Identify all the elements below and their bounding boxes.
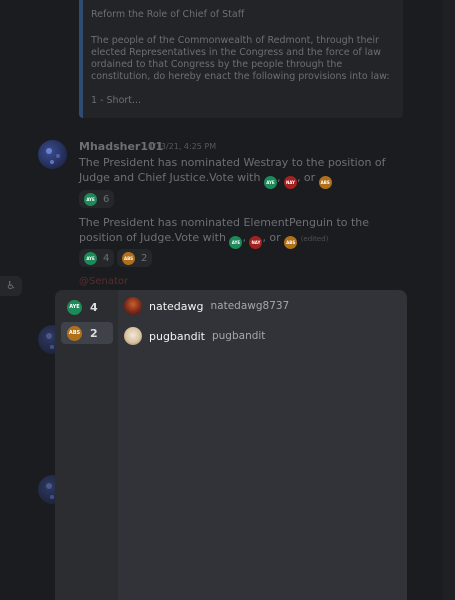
reaction-filter-abs[interactable]: ABS 2 [61, 322, 113, 344]
reaction-aye-1[interactable]: AYE 6 [79, 190, 115, 208]
reaction-filter-aye[interactable]: AYE 4 [61, 296, 113, 318]
embed-card: Reform the Role of Chief of Staff The pe… [79, 0, 403, 118]
chat-scroll-track[interactable] [443, 0, 455, 600]
reaction-count: 4 [103, 252, 110, 264]
abs-emoji-icon: ABS [67, 325, 82, 341]
aye-emoji-icon: AYE [229, 236, 243, 249]
embed-title: Reform the Role of Chief of Staff [91, 9, 245, 20]
abs-emoji-icon: ABS [318, 176, 332, 189]
reactions-popout: AYE 4 ABS 2 natedawg natedawg8737 pugban… [55, 290, 407, 600]
abs-emoji-icon: ABS [284, 236, 298, 249]
nay-emoji-icon: NAY [283, 176, 297, 189]
reactor-name: natedawg [149, 299, 204, 313]
or-text: , or [296, 171, 316, 184]
edited-label: (edited) [300, 235, 329, 243]
embed-body: The people of the Commonwealth of Redmon… [91, 35, 390, 82]
avatar [124, 297, 142, 315]
reactor-name: pugbandit [149, 329, 205, 343]
reactor-list: natedawg natedawg8737 pugbandit pugbandi… [118, 290, 407, 600]
reactor-row[interactable]: pugbandit pugbandit [124, 326, 407, 346]
message-text-1a: The President has nominated Westray to t… [79, 156, 386, 184]
accessibility-icon[interactable]: ♿ [0, 276, 22, 296]
reaction-list: AYE 4 ABS 2 [55, 290, 118, 600]
reaction-abs-2[interactable]: ABS 2 [117, 249, 153, 267]
avatar [124, 327, 142, 345]
aye-emoji-icon: AYE [263, 176, 277, 189]
abs-emoji-icon: ABS [122, 251, 135, 265]
comma-text: , [242, 231, 246, 244]
reactor-tag: pugbandit [211, 330, 266, 342]
message-line-2: The President has nominated ElementPengu… [79, 215, 409, 249]
nay-emoji-icon: NAY [249, 236, 263, 249]
role-mention[interactable]: @Senator [79, 276, 128, 287]
reaction-filter-count: 2 [90, 326, 98, 340]
or-text: , or [262, 231, 281, 244]
reactor-row[interactable]: natedawg natedawg8737 [124, 296, 407, 316]
aye-emoji-icon: AYE [84, 192, 97, 206]
message-timestamp: 4/13/21, 4:25 PM [148, 142, 217, 151]
embed-footer: 1 - Short... [91, 95, 142, 106]
reaction-count: 2 [141, 252, 148, 264]
reaction-count: 6 [103, 193, 110, 205]
comma-text: , [276, 171, 281, 184]
aye-emoji-icon: AYE [67, 299, 82, 315]
message-line-1: The President has nominated Westray to t… [79, 155, 409, 189]
reaction-aye-2[interactable]: AYE 4 [79, 249, 115, 267]
avatar[interactable] [38, 140, 67, 169]
reaction-filter-count: 4 [90, 300, 98, 314]
reactor-tag: natedawg8737 [210, 300, 290, 312]
aye-emoji-icon: AYE [84, 251, 97, 265]
